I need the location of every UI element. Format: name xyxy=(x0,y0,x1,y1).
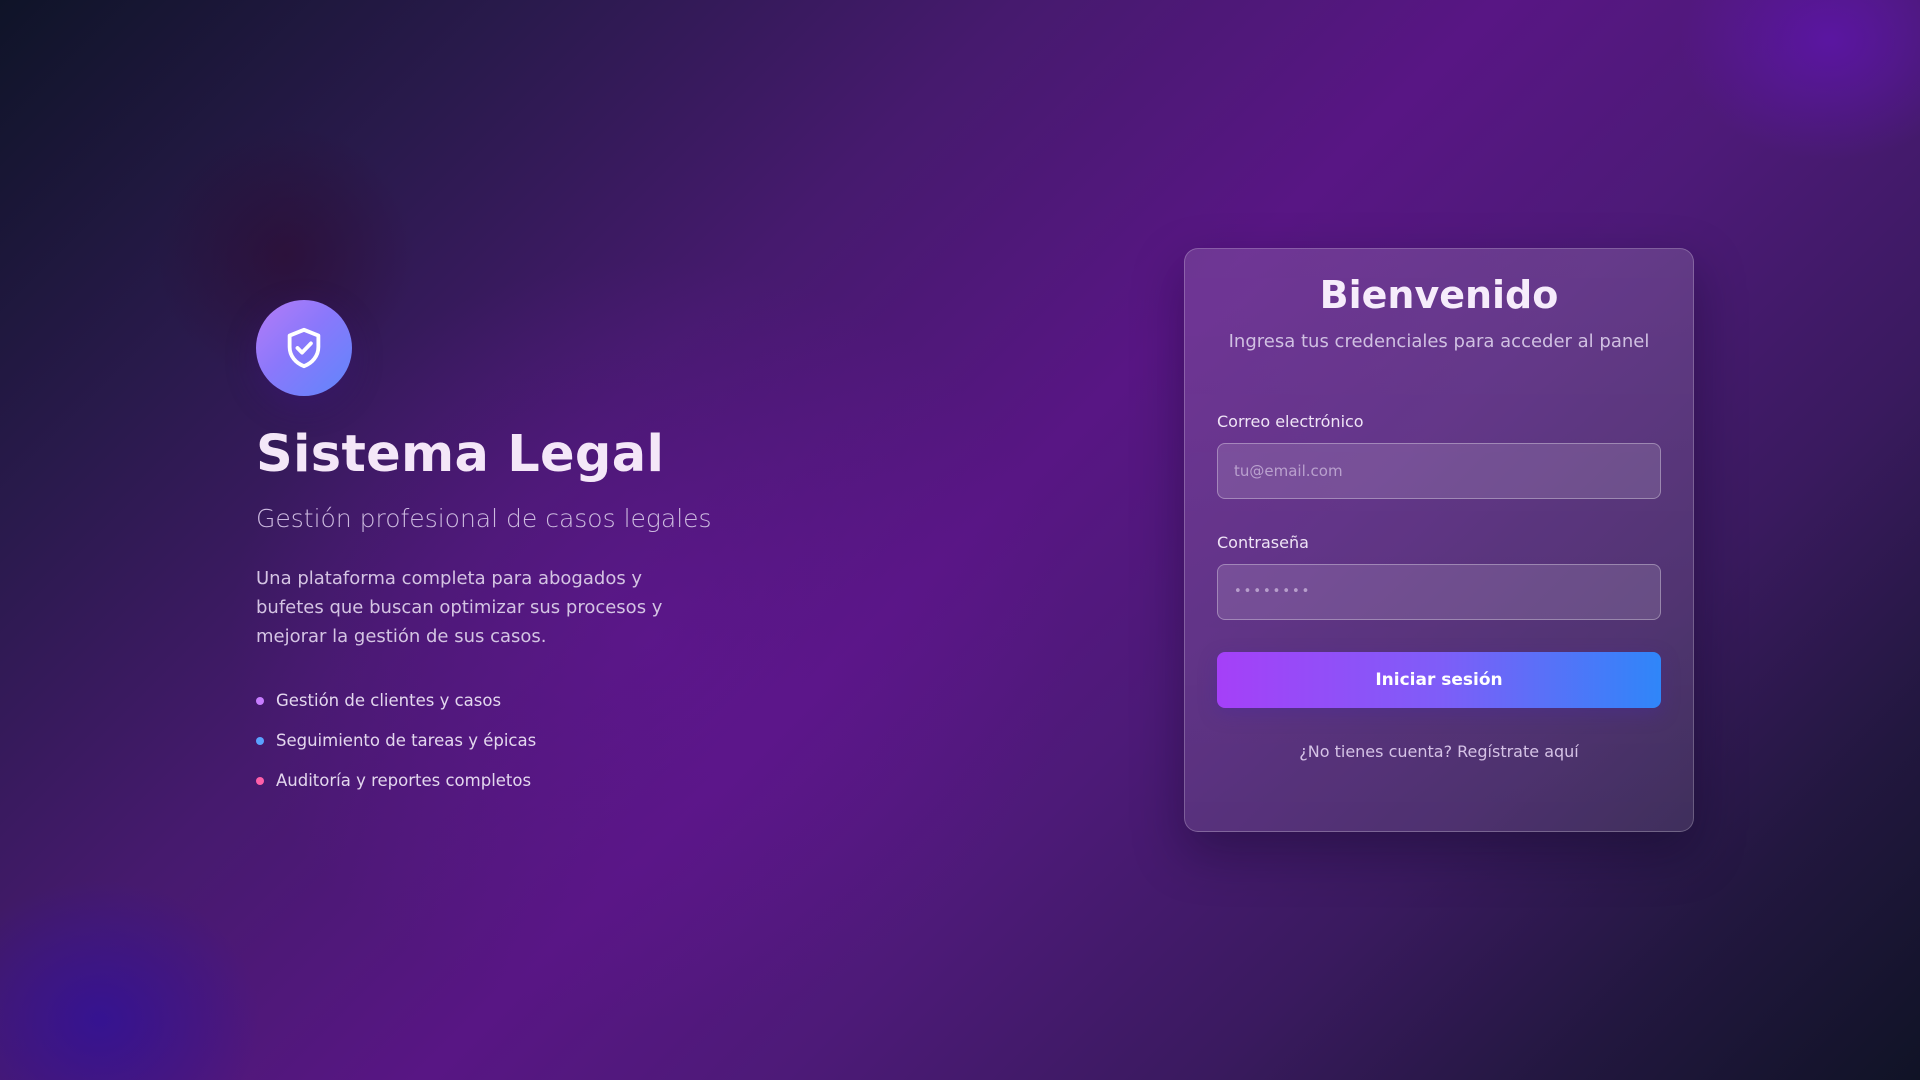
feature-list: Gestión de clientes y casos Seguimiento … xyxy=(256,681,776,801)
shield-check-icon xyxy=(287,327,321,369)
feature-item: Seguimiento de tareas y épicas xyxy=(256,721,776,761)
feature-label: Auditoría y reportes completos xyxy=(276,771,532,791)
register-link[interactable]: ¿No tienes cuenta? Regístrate aquí xyxy=(1217,742,1661,761)
feature-item: Auditoría y reportes completos xyxy=(256,761,776,801)
app-description: Una plataforma completa para abogados y … xyxy=(256,567,663,647)
feature-label: Seguimiento de tareas y épicas xyxy=(276,731,537,751)
feature-item: Gestión de clientes y casos xyxy=(256,681,776,721)
feature-label: Gestión de clientes y casos xyxy=(276,691,502,711)
hero-section: Sistema Legal Gestión profesional de cas… xyxy=(256,300,776,801)
password-label: Contraseña xyxy=(1217,532,1309,552)
feature-bullet-icon xyxy=(256,696,264,705)
feature-bullet-icon xyxy=(256,736,264,745)
feature-bullet-icon xyxy=(256,776,264,785)
login-card: Bienvenido Ingresa tus credenciales para… xyxy=(1184,248,1694,832)
app-subtitle: Gestión profesional de casos legales xyxy=(256,504,712,534)
email-label: Correo electrónico xyxy=(1217,411,1364,431)
email-field[interactable] xyxy=(1217,442,1661,499)
app-logo xyxy=(256,300,352,396)
login-button[interactable]: Iniciar sesión xyxy=(1217,651,1661,708)
app-title: Sistema Legal xyxy=(256,425,665,484)
login-subtitle: Ingresa tus credenciales para acceder al… xyxy=(1228,330,1650,352)
password-field[interactable] xyxy=(1217,563,1661,620)
login-title: Bienvenido xyxy=(1319,273,1559,317)
